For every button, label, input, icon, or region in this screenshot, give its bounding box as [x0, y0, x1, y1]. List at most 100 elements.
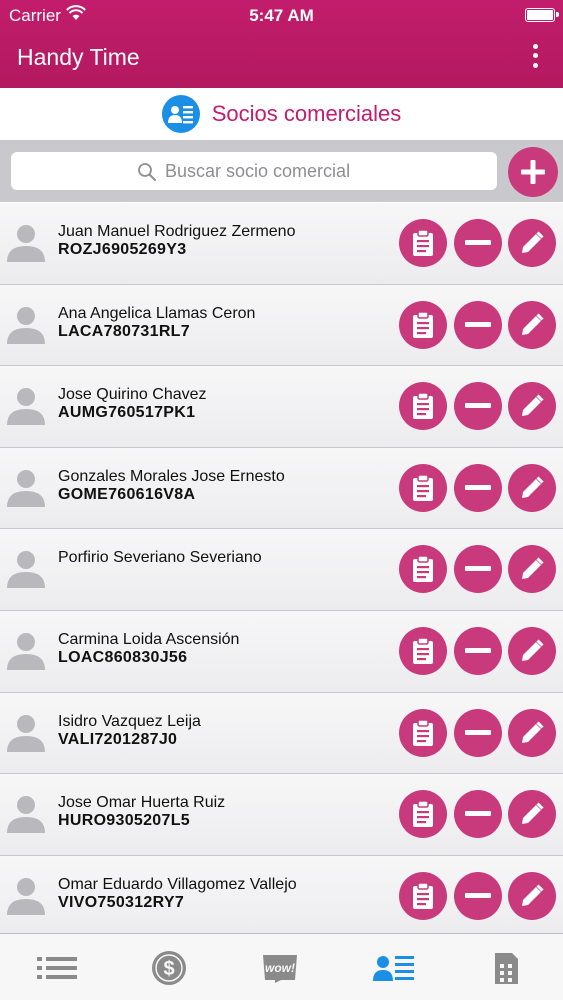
- edit-button[interactable]: [508, 463, 556, 512]
- svg-text:wow!: wow!: [265, 961, 295, 975]
- avatar-icon: [6, 385, 46, 426]
- remove-button[interactable]: [454, 300, 502, 349]
- details-button[interactable]: [399, 219, 447, 267]
- minus-icon: [465, 240, 491, 246]
- partner-list: Juan Manuel Rodriguez Zermeno ROZJ6905269…: [0, 203, 563, 938]
- details-button[interactable]: [399, 626, 447, 675]
- contact-card-icon: [373, 956, 414, 981]
- status-bar: Carrier 5:47 AM: [0, 0, 563, 30]
- search-icon: [138, 163, 156, 181]
- add-partner-button[interactable]: [508, 147, 558, 197]
- plus-icon: [521, 160, 545, 184]
- partner-row[interactable]: Omar Eduardo Villagomez Vallejo VIVO75031…: [0, 855, 563, 938]
- edit-button[interactable]: [508, 790, 556, 839]
- tab-payments[interactable]: $: [148, 946, 190, 990]
- details-button[interactable]: [399, 790, 447, 839]
- minus-icon: [465, 811, 491, 817]
- partner-row[interactable]: Jose Quirino Chavez AUMG760517PK1: [0, 366, 563, 448]
- remove-button[interactable]: [454, 545, 502, 594]
- clipboard-icon: [411, 474, 435, 502]
- partner-rfc: VIVO750312RY7: [58, 893, 185, 911]
- partner-name: Gonzales Morales Jose Ernesto: [58, 467, 285, 485]
- minus-icon: [465, 729, 491, 736]
- avatar-icon: [6, 793, 46, 834]
- partner-name: Omar Eduardo Villagomez Vallejo: [58, 875, 297, 893]
- remove-button[interactable]: [454, 463, 502, 512]
- pencil-icon: [520, 394, 544, 418]
- partner-name: Jose Omar Huerta Ruiz: [58, 794, 226, 812]
- remove-button[interactable]: [454, 219, 502, 267]
- clipboard-icon: [411, 229, 435, 257]
- remove-button[interactable]: [454, 626, 502, 675]
- minus-icon: [465, 647, 491, 654]
- minus-icon: [465, 321, 491, 328]
- minus-icon: [465, 403, 491, 409]
- battery-icon: [525, 8, 559, 22]
- clipboard-icon: [411, 392, 435, 420]
- status-time: 5:47 AM: [249, 6, 314, 25]
- tab-company[interactable]: [490, 946, 522, 990]
- avatar-icon: [6, 875, 46, 915]
- pencil-icon: [520, 802, 544, 826]
- partner-row[interactable]: Jose Omar Huerta Ruiz HURO9305207L5: [0, 774, 563, 856]
- clipboard-icon: [411, 310, 435, 339]
- remove-button[interactable]: [454, 382, 502, 431]
- edit-button[interactable]: [508, 626, 556, 675]
- details-button[interactable]: [399, 708, 447, 757]
- minus-icon: [465, 484, 491, 491]
- building-icon: [495, 953, 518, 984]
- minus-icon: [465, 566, 491, 572]
- tab-partners[interactable]: [372, 946, 416, 990]
- dollar-coin-icon: $: [152, 951, 186, 985]
- page-title: Socios comerciales: [211, 101, 402, 126]
- tab-list[interactable]: [34, 946, 80, 990]
- partner-row[interactable]: Juan Manuel Rodriguez Zermeno ROZJ6905269…: [0, 203, 563, 285]
- details-button[interactable]: [399, 382, 447, 431]
- pencil-icon: [520, 231, 544, 255]
- details-button[interactable]: [399, 545, 447, 594]
- edit-button[interactable]: [508, 300, 556, 349]
- navigation-bar: Carrier 5:47 AM Handy Time: [0, 0, 563, 88]
- pencil-icon: [520, 313, 544, 337]
- edit-button[interactable]: [508, 708, 556, 757]
- kebab-menu-icon[interactable]: [523, 42, 547, 70]
- avatar-icon: [6, 222, 46, 262]
- avatar-icon: [6, 712, 46, 752]
- pencil-icon: [520, 639, 544, 663]
- details-button[interactable]: [399, 300, 447, 349]
- contact-card-icon: [161, 95, 200, 133]
- partner-name: Porfirio Severiano Severiano: [58, 549, 262, 567]
- partner-rfc: GOME760616V8A: [58, 485, 196, 503]
- partner-row[interactable]: Isidro Vazquez Leija VALI7201287J0: [0, 692, 563, 775]
- edit-button[interactable]: [508, 382, 556, 431]
- details-button[interactable]: [399, 463, 447, 512]
- partner-row[interactable]: Carmina Loida Ascensión LOAC860830J56: [0, 610, 563, 693]
- pencil-icon: [520, 884, 544, 908]
- avatar-icon: [6, 630, 46, 670]
- pencil-icon: [520, 476, 544, 500]
- partner-rfc: VALI7201287J0: [58, 730, 178, 748]
- partner-row[interactable]: Gonzales Morales Jose Ernesto GOME760616V…: [0, 447, 563, 530]
- avatar-icon: [6, 548, 46, 589]
- partner-row[interactable]: Ana Angelica Llamas Ceron LACA780731RL7: [0, 284, 563, 367]
- clipboard-icon: [411, 718, 435, 747]
- section-header: Socios comerciales: [0, 88, 563, 140]
- edit-button[interactable]: [508, 871, 556, 920]
- pencil-icon: [520, 721, 544, 745]
- minus-icon: [465, 892, 491, 899]
- edit-button[interactable]: [508, 219, 556, 267]
- search-input[interactable]: [11, 152, 497, 190]
- remove-button[interactable]: [454, 708, 502, 757]
- remove-button[interactable]: [454, 790, 502, 839]
- tab-wow[interactable]: wow!: [260, 946, 300, 990]
- details-button[interactable]: [399, 871, 447, 920]
- remove-button[interactable]: [454, 871, 502, 920]
- clipboard-icon: [411, 882, 435, 910]
- app-title: Handy Time: [17, 44, 140, 70]
- partner-row[interactable]: Porfirio Severiano Severiano: [0, 529, 563, 611]
- clipboard-icon: [411, 800, 435, 828]
- edit-button[interactable]: [508, 545, 556, 594]
- pencil-icon: [520, 557, 544, 581]
- search-bar: [0, 140, 563, 202]
- avatar-icon: [6, 467, 46, 507]
